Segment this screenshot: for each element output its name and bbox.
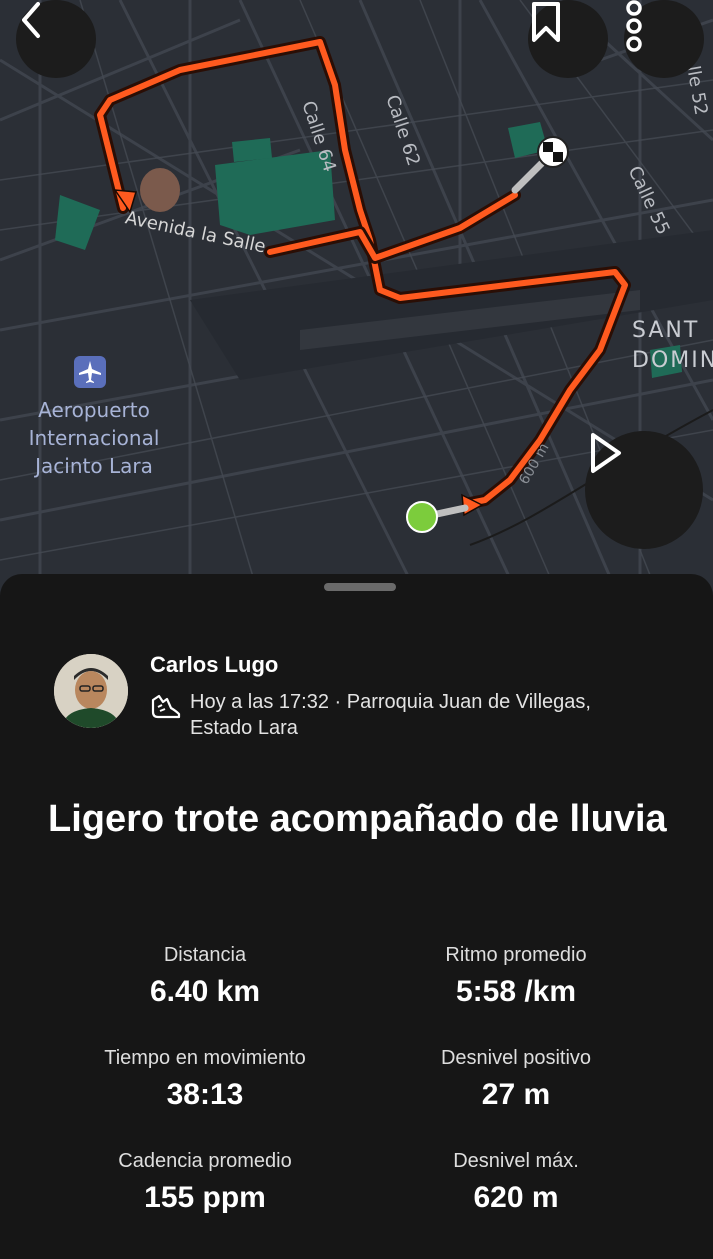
back-button[interactable]: [16, 0, 96, 78]
district-label: SANT DOMIN: [632, 316, 713, 376]
stat-average-pace: Ritmo promedio 5:58 /km: [351, 944, 681, 1009]
stat-value: 27 m: [481, 1078, 551, 1111]
stat-distance: Distancia 6.40 km: [40, 944, 370, 1009]
stat-value: 6.40 km: [149, 975, 261, 1008]
stat-label: Ritmo promedio: [445, 944, 587, 966]
bookmark-button[interactable]: [528, 0, 608, 78]
activity-details-sheet: Carlos Lugo Hoy a las 17:32 · Parroquia …: [0, 574, 713, 1259]
activity-title: Ligero trote acompañado de lluvia: [48, 798, 667, 840]
chevron-left-icon: [22, 2, 40, 38]
bookmark-icon: [532, 2, 560, 42]
more-options-button[interactable]: [624, 0, 704, 78]
stat-max-elevation: Desnivel máx. 620 m: [351, 1150, 681, 1215]
airport-label-line2: Internacional: [28, 426, 160, 450]
stat-average-cadence: Cadencia promedio 155 ppm: [40, 1150, 370, 1215]
stat-value: 620 m: [473, 1181, 559, 1214]
start-marker: [406, 501, 438, 533]
stat-label: Distancia: [163, 944, 247, 966]
stat-label: Desnivel máx.: [453, 1150, 579, 1172]
more-vertical-icon: [626, 0, 642, 52]
stat-label: Desnivel positivo: [440, 1047, 592, 1069]
avatar[interactable]: [54, 654, 128, 728]
airplane-icon: [74, 356, 106, 388]
play-replay-button[interactable]: [585, 431, 703, 549]
district-label-line2: DOMIN: [632, 348, 713, 373]
stat-elevation-gain: Desnivel positivo 27 m: [351, 1047, 681, 1112]
airport-label-line3: Jacinto Lara: [35, 454, 153, 478]
user-name[interactable]: Carlos Lugo: [150, 652, 278, 678]
play-icon: [591, 433, 621, 473]
route-map[interactable]: Calle 64 Calle 62 Calle 55 lle 52 Avenid…: [0, 0, 713, 600]
running-shoe-icon: [150, 692, 182, 727]
activity-meta: Hoy a las 17:32 · Parroquia Juan de Vill…: [190, 689, 670, 741]
district-label-line1: SANT: [632, 318, 700, 343]
airport-label-line1: Aeropuerto: [38, 398, 150, 422]
stat-value: 38:13: [166, 1078, 244, 1111]
stat-value: 155 ppm: [144, 1181, 266, 1214]
stat-label: Tiempo en movimiento: [104, 1047, 306, 1069]
sheet-drag-handle[interactable]: [324, 583, 396, 591]
activity-region: Estado Lara: [190, 717, 298, 739]
finish-flag-icon: [537, 136, 569, 168]
activity-date-location: Hoy a las 17:32 · Parroquia Juan de Vill…: [190, 691, 591, 713]
stat-moving-time: Tiempo en movimiento 38:13: [40, 1047, 370, 1112]
stat-label: Cadencia promedio: [118, 1150, 292, 1172]
stat-value: 5:58 /km: [455, 975, 577, 1008]
airport-label: Aeropuerto Internacional Jacinto Lara: [14, 396, 174, 480]
